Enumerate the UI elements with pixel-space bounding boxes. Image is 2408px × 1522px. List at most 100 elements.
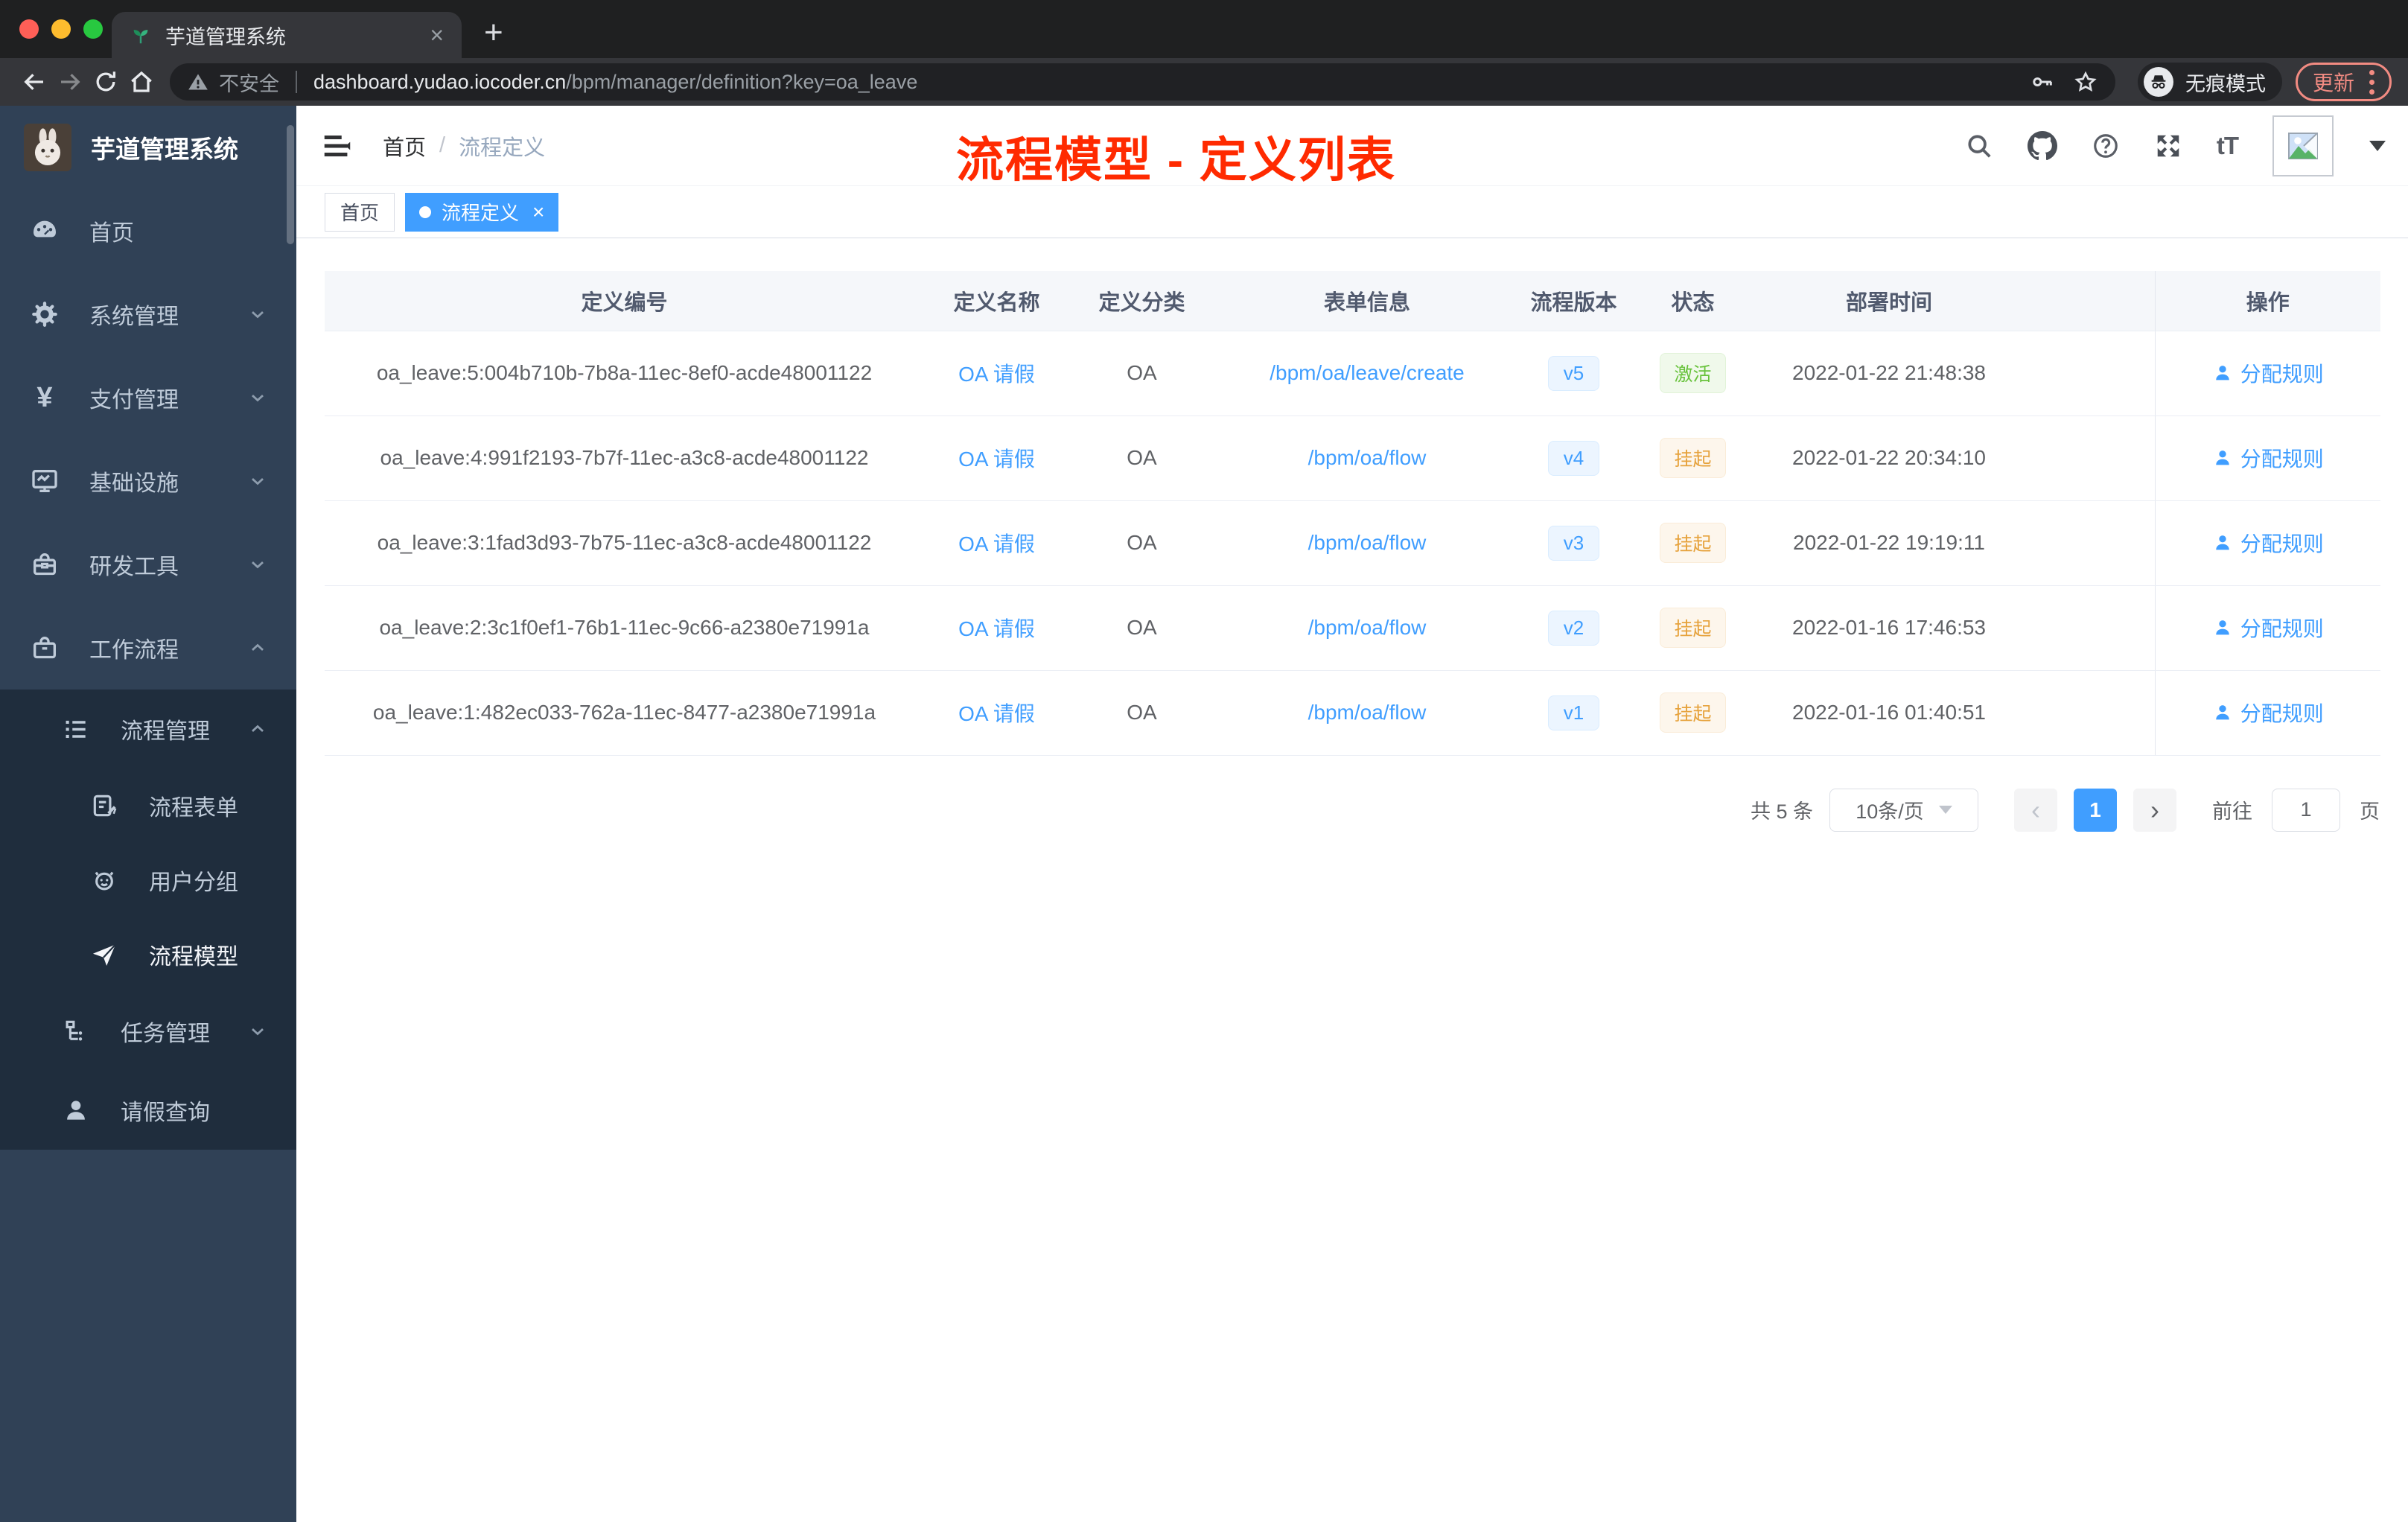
assign-rule-link[interactable]: 分配规则 [2212,443,2324,473]
assign-rule-link[interactable]: 分配规则 [2212,358,2324,388]
next-page-button[interactable]: › [2133,788,2176,832]
prev-page-button[interactable]: ‹ [2014,788,2057,832]
fullscreen-icon[interactable] [2154,132,2182,160]
tag-home[interactable]: 首页 [325,192,395,232]
screen: 芋道管理系统 × + 不安全 dashboard.yudao.iocoder.c… [0,0,2408,1522]
update-button[interactable]: 更新 [2295,63,2392,101]
chevron-down-icon [247,387,268,408]
omnibox-trailing-icons [2030,70,2098,94]
select-caret-icon [1938,806,1952,814]
assign-rule-label: 分配规则 [2240,617,2324,640]
tag-close-icon[interactable]: × [532,201,544,223]
sidebar-item-dev-tools[interactable]: 研发工具 [0,523,296,606]
security-warning-icon[interactable] [188,71,208,92]
definition-name-link[interactable]: OA 请假 [958,702,1035,725]
avatar-caret-down-icon[interactable] [2369,140,2386,151]
assign-rule-link[interactable]: 分配规则 [2212,613,2324,643]
goto-page-input[interactable]: 1 [2272,788,2340,832]
zoom-window-button[interactable] [83,19,103,39]
sidebar-item-process-management[interactable]: 流程管理 [0,690,296,768]
update-label[interactable]: 更新 [2313,67,2354,97]
status-badge: 挂起 [1660,608,1726,648]
definition-name-link[interactable]: OA 请假 [958,617,1035,640]
table-header-row: 定义编号 定义名称 定义分类 表单信息 流程版本 状态 部署时间 操作 [325,271,2380,331]
new-tab-button[interactable]: + [484,16,503,49]
breadcrumb-home[interactable]: 首页 [383,130,426,162]
filler-cell [2020,415,2155,501]
sidebar-item-infrastructure[interactable]: 基础设施 [0,439,296,523]
browser-toolbar: 不安全 dashboard.yudao.iocoder.cn/bpm/manag… [0,58,2408,106]
form-link[interactable]: /bpm/oa/flow [1308,446,1427,469]
form-link[interactable]: /bpm/oa/flow [1308,531,1427,554]
key-icon[interactable] [2030,70,2054,94]
breadcrumb: 首页 / 流程定义 [383,130,545,162]
workflow-submenu: 流程管理 流程表单 用户分组 流程模型 任务管理 请假查询 [0,690,296,1150]
sidebar-item-payment[interactable]: ¥ 支付管理 [0,356,296,439]
assign-rule-link[interactable]: 分配规则 [2212,528,2324,558]
form-link[interactable]: /bpm/oa/leave/create [1270,361,1465,384]
minimize-window-button[interactable] [51,19,71,39]
active-dot-icon [419,206,432,218]
search-icon[interactable] [1965,132,1993,160]
assign-rule-label: 分配规则 [2240,701,2324,725]
form-link[interactable]: /bpm/oa/flow [1308,701,1427,724]
page-size-select[interactable]: 10条/页 [1829,788,1978,832]
sidebar-fold-icon[interactable] [320,129,354,163]
chevron-up-icon [247,719,268,739]
back-icon[interactable] [16,64,52,100]
tag-process-definition[interactable]: 流程定义 × [405,192,559,232]
address-bar[interactable]: 不安全 dashboard.yudao.iocoder.cn/bpm/manag… [170,63,2115,101]
definition-id: oa_leave:2:3c1f0ef1-76b1-11ec-9c66-a2380… [325,585,924,671]
definition-category: OA [1069,585,1214,671]
sidebar-item-process-model[interactable]: 流程模型 [0,917,296,992]
definition-name-link[interactable]: OA 请假 [958,363,1035,386]
status-badge: 激活 [1660,353,1726,393]
url-text[interactable]: dashboard.yudao.iocoder.cn/bpm/manager/d… [313,71,2011,94]
page-size-value: 10条/页 [1856,800,1924,823]
sidebar-logo[interactable]: 芋道管理系统 [0,106,296,189]
sidebar-item-leave-query[interactable]: 请假查询 [0,1071,296,1150]
sidebar-item-workflow[interactable]: 工作流程 [0,606,296,690]
sidebar: 芋道管理系统 首页 系统管理 ¥ 支付管理 基础设施 研发工具 工作流程 流程管… [0,106,296,1522]
definition-category: OA [1069,331,1214,416]
url-host: dashboard.yudao.iocoder.cn [313,70,567,93]
sidebar-item-user-group[interactable]: 用户分组 [0,843,296,917]
sidebar-item-label: 研发工具 [89,555,179,579]
filler-cell [2020,500,2155,586]
sidebar-item-process-form[interactable]: 流程表单 [0,768,296,843]
definition-name-link[interactable]: OA 请假 [958,532,1035,555]
breadcrumb-current: 流程定义 [459,136,546,160]
tab-close-icon[interactable]: × [430,23,444,47]
sidebar-scrollbar[interactable] [287,125,294,244]
breadcrumb-separator: / [439,133,446,157]
bookmark-star-icon[interactable] [2074,70,2098,94]
github-icon[interactable] [2027,130,2057,161]
sidebar-item-home[interactable]: 首页 [0,189,296,273]
assign-rule-label: 分配规则 [2240,447,2324,471]
current-page[interactable]: 1 [2074,788,2117,832]
reload-icon[interactable] [88,64,124,100]
sidebar-item-label: 流程模型 [149,945,238,969]
assign-rule-label: 分配规则 [2240,362,2324,386]
forward-icon[interactable] [52,64,88,100]
font-size-icon[interactable]: tT [2217,132,2239,160]
sidebar-item-task-management[interactable]: 任务管理 [0,992,296,1071]
browser-menu-icon[interactable] [2369,69,2374,95]
browser-tab[interactable]: 芋道管理系统 × [112,12,462,58]
col-header-category: 定义分类 [1069,271,1214,331]
definition-name-link[interactable]: OA 请假 [958,448,1035,471]
version-tag: v1 [1547,695,1600,730]
security-label[interactable]: 不安全 [219,68,279,97]
close-window-button[interactable] [19,19,39,39]
assign-rule-link[interactable]: 分配规则 [2212,698,2324,727]
help-icon[interactable] [2092,132,2120,160]
form-link[interactable]: /bpm/oa/flow [1308,616,1427,639]
avatar[interactable] [2272,115,2334,176]
url-path: /bpm/manager/definition?key=oa_leave [566,70,918,93]
deploy-time: 2022-01-16 01:40:51 [1758,670,2020,756]
app: 芋道管理系统 首页 系统管理 ¥ 支付管理 基础设施 研发工具 工作流程 流程管… [0,106,2408,1522]
sidebar-item-label: 基础设施 [89,471,179,496]
home-icon[interactable] [124,64,159,100]
window-controls[interactable] [19,19,103,39]
sidebar-item-system[interactable]: 系统管理 [0,273,296,356]
